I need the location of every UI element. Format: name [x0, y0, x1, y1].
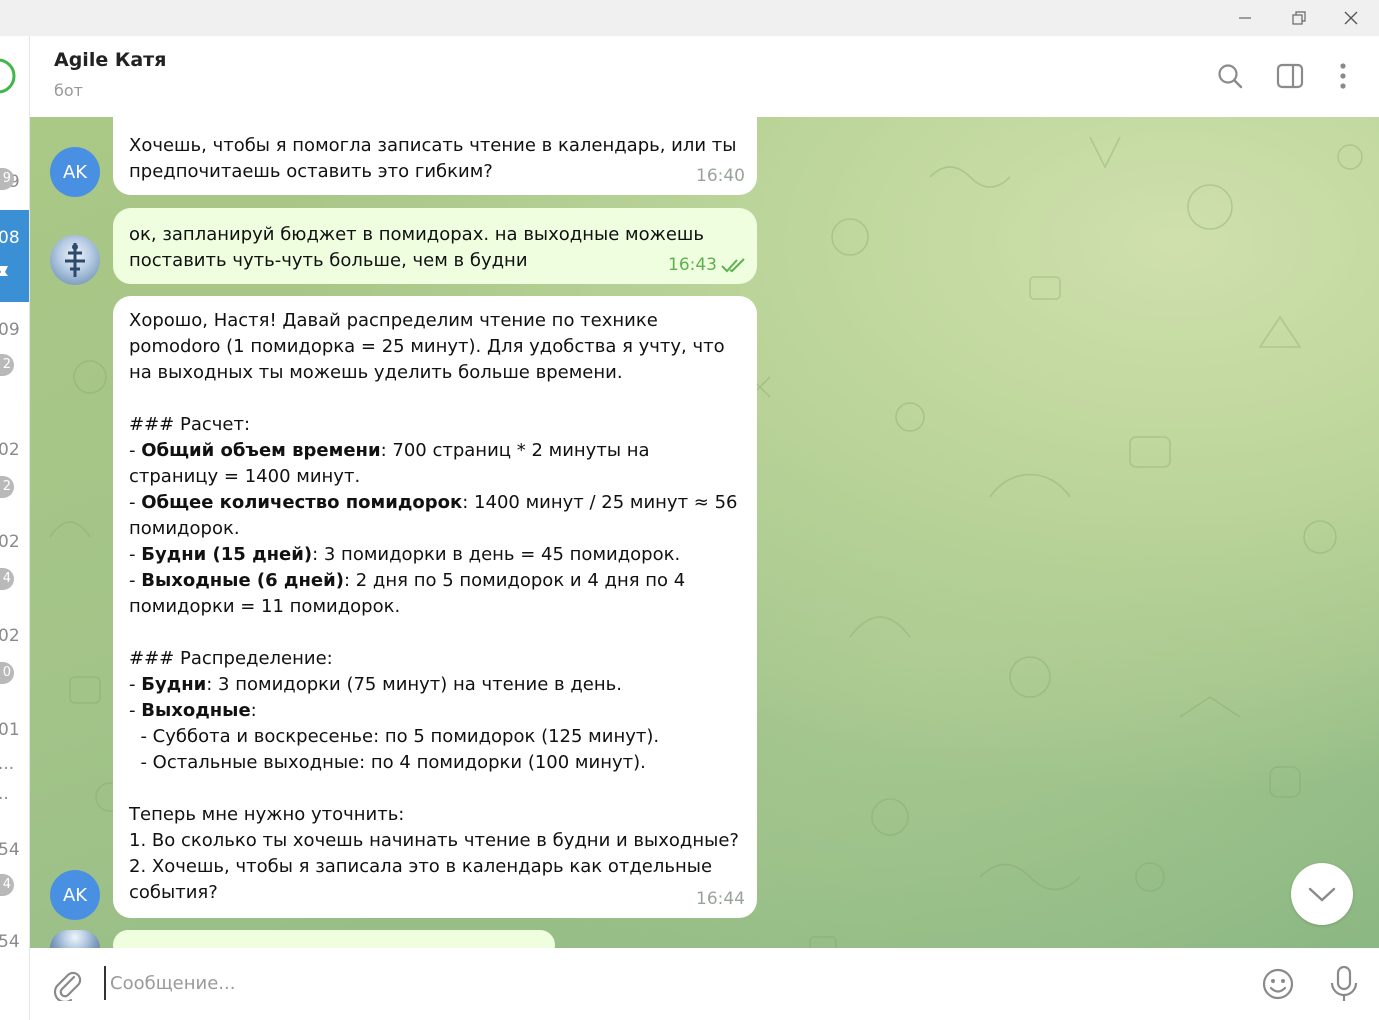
message-line: - Суббота и воскресенье: по 5 помидорок …: [129, 726, 660, 747]
message-bubble-incoming[interactable]: Хорошо, Настя! Давай распределим чтение …: [113, 296, 757, 918]
search-icon: [1218, 64, 1243, 89]
avatar-initials: AK: [62, 161, 88, 183]
message-line: Хорошо, Настя! Давай распределим чтение …: [129, 310, 731, 383]
sidebar-toggle-icon: [1276, 63, 1304, 89]
unread-badge: 0: [0, 662, 14, 684]
chat-list-time: 54: [0, 840, 20, 860]
chat-list-time: 09: [0, 320, 20, 340]
close-button[interactable]: [1328, 0, 1374, 36]
double-check-icon: [721, 258, 745, 273]
avatar[interactable]: AK: [50, 870, 100, 920]
chat-list-time: 02: [0, 626, 20, 646]
pin-icon: [0, 266, 8, 276]
chat-list-strip: 09 08 09 2 02 2 02 4 02 0 01 ... .. 54 4…: [0, 36, 30, 1020]
unread-badge: 4: [0, 874, 14, 896]
message-bubble-outgoing[interactable]: ок, запланируй бюджет в помидорах. на вы…: [113, 208, 757, 284]
chat-list-time: ..: [0, 784, 9, 804]
bold-text: Выходные (6 дней): [141, 570, 344, 591]
more-menu-button[interactable]: [1325, 58, 1361, 94]
voice-message-button[interactable]: [1324, 964, 1364, 1004]
message-text: Хочешь, чтобы я помогла записать чтение …: [129, 135, 743, 182]
message-time: 16:44: [696, 889, 745, 909]
emoji-button[interactable]: [1258, 964, 1298, 1004]
search-button[interactable]: [1212, 58, 1248, 94]
unread-badge: 2: [0, 354, 14, 376]
minimize-button[interactable]: [1222, 0, 1268, 36]
message-line: ### Расчет:: [129, 414, 251, 435]
status-ring-icon: [0, 58, 16, 94]
restore-button[interactable]: [1276, 0, 1322, 36]
bold-text: Общий объем времени: [141, 440, 381, 461]
chat-subtitle: бот: [54, 81, 83, 100]
chat-list-time: ...: [0, 754, 15, 774]
message-line: Теперь мне нужно уточнить:: [129, 804, 405, 825]
chat-list-time: 08: [0, 228, 20, 248]
message-line: - Выходные (6 дней): 2 дня по 5 помидоро…: [129, 570, 691, 617]
bold-text: Выходные: [141, 700, 251, 721]
message-line: [129, 386, 741, 412]
message-time: 16:40: [696, 166, 745, 186]
sidebar-toggle-button[interactable]: [1272, 58, 1308, 94]
avatar[interactable]: [50, 930, 100, 948]
message-line: ### Распределение:: [129, 648, 333, 669]
unread-badge: 4: [0, 568, 14, 590]
message-line: [129, 620, 741, 646]
message-line: [129, 776, 741, 802]
restore-icon: [1292, 11, 1306, 25]
window-titlebar: [0, 0, 1379, 36]
close-icon: [1344, 11, 1358, 25]
avatar-initials: AK: [62, 884, 88, 906]
avatar[interactable]: AK: [50, 147, 100, 197]
message-text: ок, запланируй бюджет в помидорах. на вы…: [129, 224, 710, 271]
message-text: Хорошо, Настя! Давай распределим чтение …: [129, 308, 741, 906]
chat-list-time: 02: [0, 440, 20, 460]
microphone-icon: [1330, 965, 1358, 1001]
chat-list-time: 01: [0, 720, 20, 740]
message-line: 2. Хочешь, чтобы я записала это в календ…: [129, 856, 718, 903]
message-input[interactable]: [104, 966, 1214, 1000]
user-photo-icon: [65, 243, 85, 277]
emoji-icon: [1262, 968, 1294, 1000]
bold-text: Общее количество помидорок: [141, 492, 463, 513]
attach-button[interactable]: [46, 964, 86, 1004]
attach-icon: [53, 971, 82, 1001]
message-line: - Общее количество помидорок: 1400 минут…: [129, 492, 744, 539]
chat-list-time: 02: [0, 532, 20, 552]
message-line: - Будни (15 дней): 3 помидорки в день = …: [129, 544, 681, 565]
chat-header: Agile Катя бот: [30, 36, 1379, 118]
chat-title[interactable]: Agile Катя: [54, 49, 166, 71]
avatar[interactable]: [50, 235, 100, 285]
chat-list-item-active[interactable]: [0, 210, 29, 302]
chat-list-time: 54: [0, 932, 20, 952]
bold-text: Будни (15 дней): [141, 544, 313, 565]
message-line: - Будни: 3 помидорки (75 минут) на чтени…: [129, 674, 622, 695]
chevron-down-icon: [1308, 887, 1336, 902]
unread-badge: 2: [0, 476, 14, 498]
message-line: - Выходные:: [129, 700, 257, 721]
more-vertical-icon: [1340, 63, 1346, 89]
message-line: - Общий объем времени: 700 страниц * 2 м…: [129, 440, 656, 487]
message-line: - Остальные выходные: по 4 помидорки (10…: [129, 752, 646, 773]
bold-text: Будни: [141, 674, 207, 695]
scroll-to-bottom-button[interactable]: [1291, 863, 1353, 925]
message-line: 1. Во сколько ты хочешь начинать чтение …: [129, 830, 739, 851]
message-time: 16:43: [668, 255, 717, 275]
minimize-icon: [1239, 17, 1251, 19]
message-bubble-incoming[interactable]: Хочешь, чтобы я помогла записать чтение …: [113, 117, 757, 195]
message-composer: [30, 948, 1379, 1020]
